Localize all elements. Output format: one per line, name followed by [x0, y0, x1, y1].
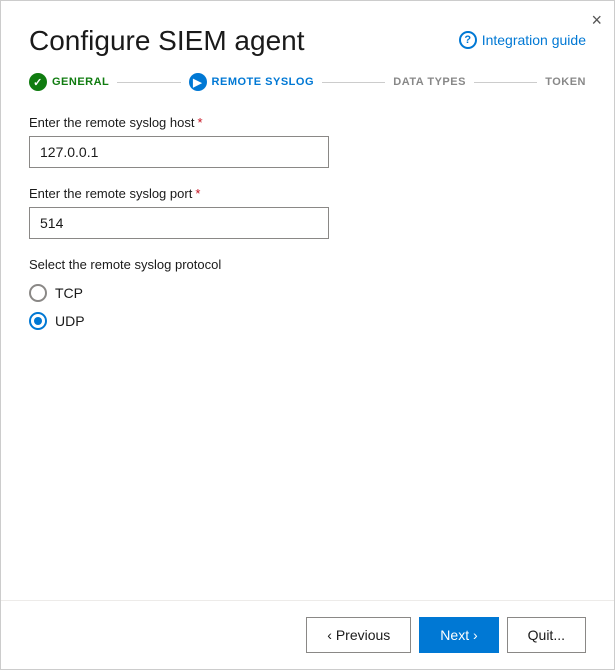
host-input[interactable] — [29, 136, 329, 168]
radio-udp-inner — [34, 317, 42, 325]
integration-guide-label: Integration guide — [482, 32, 586, 48]
port-required-star: * — [195, 186, 200, 201]
step-remote-syslog-icon: ▶ — [189, 73, 207, 91]
next-button[interactable]: Next › — [419, 617, 498, 653]
step-line-2 — [322, 82, 385, 83]
radio-udp-btn — [29, 312, 47, 330]
host-required-star: * — [197, 115, 202, 130]
integration-guide-link[interactable]: ? Integration guide — [459, 25, 586, 49]
radio-tcp-btn — [29, 284, 47, 302]
protocol-label: Select the remote syslog protocol — [29, 257, 586, 272]
dialog-header: Configure SIEM agent ? Integration guide — [1, 1, 614, 73]
close-button[interactable]: × — [591, 11, 602, 29]
quit-button[interactable]: Quit... — [507, 617, 586, 653]
step-data-types: DATA TYPES — [393, 76, 466, 88]
step-token-label: TOKEN — [545, 76, 586, 88]
host-label: Enter the remote syslog host* — [29, 115, 586, 130]
steps-bar: ✓ GENERAL ▶ REMOTE SYSLOG DATA TYPES TOK… — [1, 73, 614, 91]
step-line-3 — [474, 82, 537, 83]
step-remote-syslog-label: REMOTE SYSLOG — [212, 76, 314, 88]
dialog-footer: ‹ Previous Next › Quit... — [1, 600, 614, 669]
step-remote-syslog: ▶ REMOTE SYSLOG — [189, 73, 314, 91]
step-token: TOKEN — [545, 76, 586, 88]
configure-siem-dialog: × Configure SIEM agent ? Integration gui… — [0, 0, 615, 670]
step-general-icon: ✓ — [29, 73, 47, 91]
radio-tcp-label: TCP — [55, 285, 83, 301]
step-line-1 — [117, 82, 180, 83]
step-general: ✓ GENERAL — [29, 73, 109, 91]
host-field-group: Enter the remote syslog host* — [29, 115, 586, 168]
integration-guide-icon: ? — [459, 31, 477, 49]
radio-tcp[interactable]: TCP — [29, 284, 586, 302]
dialog-title: Configure SIEM agent — [29, 25, 305, 57]
previous-button[interactable]: ‹ Previous — [306, 617, 411, 653]
port-input[interactable] — [29, 207, 329, 239]
port-field-group: Enter the remote syslog port* — [29, 186, 586, 239]
port-label: Enter the remote syslog port* — [29, 186, 586, 201]
step-data-types-label: DATA TYPES — [393, 76, 466, 88]
protocol-field-group: Select the remote syslog protocol TCP UD… — [29, 257, 586, 330]
step-general-label: GENERAL — [52, 76, 109, 88]
radio-udp-label: UDP — [55, 313, 85, 329]
form-area: Enter the remote syslog host* Enter the … — [1, 115, 614, 600]
radio-udp[interactable]: UDP — [29, 312, 586, 330]
